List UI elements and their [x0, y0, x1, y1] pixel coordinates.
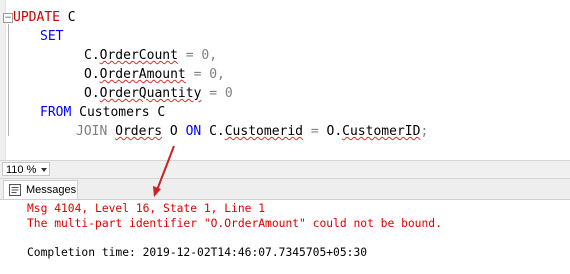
tab-messages-label: Messages	[26, 184, 77, 196]
keyword-join: JOIN	[76, 124, 108, 139]
zoom-value: 110 %	[6, 164, 37, 176]
zoom-bar: 110 %	[0, 160, 570, 179]
collapse-icon[interactable]: −	[3, 13, 13, 23]
error-squiggle-orderquantity: OrderQuantity	[99, 86, 202, 101]
results-tab-strip: Messages	[0, 179, 570, 200]
code-text: C.	[84, 48, 100, 63]
keyword-from: FROM	[40, 105, 72, 120]
editor-margin	[0, 0, 6, 160]
error-message-text: The multi-part identifier "O.OrderAmount…	[27, 217, 442, 230]
tab-messages[interactable]: Messages	[3, 180, 78, 199]
code-text: O.	[326, 124, 343, 139]
messages-icon	[9, 184, 21, 196]
error-message-header: Msg 4104, Level 16, State 1, Line 1	[27, 202, 266, 215]
code-line-7[interactable]: JOIN Orders O ON C.Customerid = O.Custom…	[76, 122, 428, 141]
keyword-update: UPDATE	[13, 10, 60, 25]
code-text: ;	[420, 124, 429, 139]
code-text: = 0	[201, 86, 233, 101]
code-text: =	[303, 124, 327, 139]
code-text: O.	[84, 86, 100, 101]
code-line-6[interactable]: FROM Customers C	[40, 103, 165, 122]
error-squiggle-customerid2: CustomerID	[342, 124, 421, 139]
keyword-on: ON	[185, 124, 202, 139]
zoom-dropdown[interactable]: 110 %	[2, 162, 50, 176]
code-text: = 0,	[177, 48, 218, 63]
code-line-1[interactable]: UPDATE C	[13, 8, 76, 27]
chevron-down-icon	[41, 168, 47, 172]
code-text: = 0,	[185, 67, 225, 82]
code-text: C	[59, 10, 76, 25]
code-line-4[interactable]: O.OrderAmount = 0,	[84, 65, 225, 84]
code-line-5[interactable]: O.OrderQuantity = 0	[84, 84, 233, 103]
error-squiggle-customerid: Customerid	[224, 124, 304, 139]
error-squiggle-ordercount: OrderCount	[99, 48, 178, 63]
code-text: C.	[201, 124, 225, 139]
query-editor[interactable]: − UPDATE C SET C.OrderCount = 0, O.Order…	[0, 0, 570, 160]
error-squiggle-orders: Orders	[115, 124, 163, 139]
code-text: Customers C	[71, 105, 166, 120]
completion-time: Completion time: 2019-12-02T14:46:07.734…	[27, 246, 368, 259]
outline-guide	[8, 24, 9, 136]
keyword-set: SET	[40, 29, 64, 44]
code-text: O	[162, 124, 186, 139]
error-squiggle-orderamount: OrderAmount	[99, 67, 186, 82]
results-pane: Messages Msg 4104, Level 16, State 1, Li…	[0, 179, 570, 274]
code-text: O.	[84, 67, 100, 82]
code-line-3[interactable]: C.OrderCount = 0,	[84, 46, 217, 65]
code-line-2[interactable]: SET	[40, 27, 63, 46]
